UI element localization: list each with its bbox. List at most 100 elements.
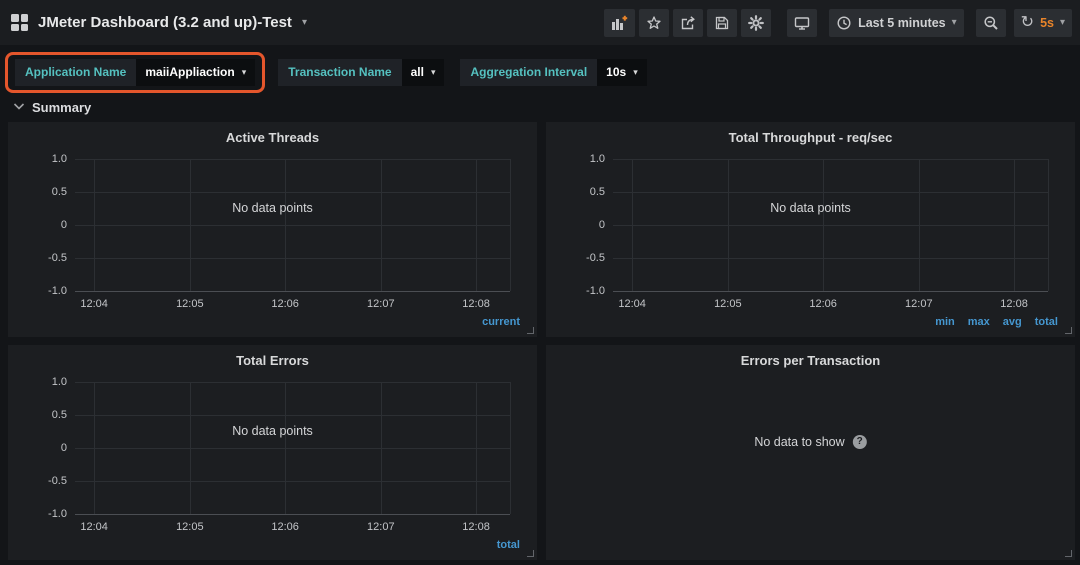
plot-area: 1.0 0.5 0 -0.5 -1.0 12:04 12:05 12:06 12:07 12:08 <box>48 153 511 310</box>
x-gridline <box>285 382 287 514</box>
panel-total-errors: Total Errors 1.0 0.5 0 -0.5 -1.0 12:04 12:05 12… <box>8 345 537 560</box>
no-data-message: No data points <box>770 201 851 215</box>
chevron-down-icon <box>13 98 25 116</box>
panel-resize-handle[interactable] <box>527 550 534 557</box>
caret-down-icon: ▾ <box>241 66 247 77</box>
x-axis-tick-label: 12:07 <box>367 298 395 310</box>
y-gridline <box>613 258 1048 259</box>
share-button[interactable] <box>673 8 704 37</box>
caret-down-icon: ▾ <box>430 66 436 77</box>
variables-row: Application Name maiiAppliaction ▾ Trans… <box>5 51 663 93</box>
legend-item-current[interactable]: current <box>482 316 520 328</box>
y-gridline <box>75 258 510 259</box>
x-gridline <box>380 159 382 291</box>
time-range-button[interactable]: Last 5 minutes ▾ <box>829 8 964 37</box>
plot-area: 1.0 0.5 0 -0.5 -1.0 12:04 12:05 12:06 12:07 12:08 <box>586 153 1049 310</box>
panel-title[interactable]: Errors per Transaction <box>546 353 1075 368</box>
variable-transaction-name: Transaction Name all ▾ <box>278 58 445 86</box>
row-title: Summary <box>32 99 92 115</box>
monitor-icon <box>794 15 810 31</box>
navbar-toolbar: Last 5 minutes ▾ ↻ 5s ▾ <box>600 8 1072 37</box>
panel-title[interactable]: Total Errors <box>8 353 537 368</box>
panel-title[interactable]: Active Threads <box>8 130 537 145</box>
dashboard-grid-icon[interactable] <box>11 14 28 31</box>
x-gridline <box>380 382 382 514</box>
row-header-summary[interactable]: Summary <box>13 97 91 117</box>
y-axis-tick-label: 0.5 <box>51 409 67 421</box>
save-button[interactable] <box>707 8 738 37</box>
x-gridline <box>510 159 511 291</box>
legend-item-min[interactable]: min <box>935 316 955 328</box>
x-axis-tick-label: 12:08 <box>1000 298 1028 310</box>
x-axis-tick-label: 12:04 <box>80 298 108 310</box>
tv-mode-button[interactable] <box>787 8 818 37</box>
y-axis-tick-label: -1.0 <box>48 285 67 297</box>
legend-item-total[interactable]: total <box>497 539 520 551</box>
x-axis-tick-label: 12:06 <box>271 298 299 310</box>
legend-item-avg[interactable]: avg <box>1003 316 1022 328</box>
x-axis-tick-label: 12:07 <box>905 298 933 310</box>
x-axis-tick-label: 12:08 <box>462 521 490 533</box>
x-axis-tick-label: 12:05 <box>714 298 742 310</box>
x-gridline <box>189 159 191 291</box>
x-gridline <box>918 159 920 291</box>
variable-value: 10s <box>606 65 627 79</box>
share-icon <box>680 15 696 31</box>
star-button[interactable] <box>639 8 670 37</box>
panel-resize-handle[interactable] <box>1065 550 1072 557</box>
x-gridline <box>823 159 825 291</box>
legend-item-total[interactable]: total <box>1035 316 1058 328</box>
x-gridline <box>1048 159 1049 291</box>
refresh-button[interactable]: ↻ 5s ▾ <box>1013 8 1072 37</box>
y-gridline <box>75 481 510 482</box>
panel-title[interactable]: Total Throughput - req/sec <box>546 130 1075 145</box>
add-panel-button[interactable] <box>604 8 636 37</box>
panel-total-throughput: Total Throughput - req/sec 1.0 0.5 0 -0.5 -1… <box>546 122 1075 337</box>
y-axis-tick-label: 0 <box>60 219 67 231</box>
clock-icon <box>836 15 852 31</box>
zoom-out-button[interactable] <box>975 8 1006 37</box>
y-axis-tick-label: 0.5 <box>589 186 605 198</box>
y-gridline <box>75 291 510 292</box>
variable-label: Application Name <box>15 58 137 86</box>
refresh-icon: ↻ <box>1020 13 1035 31</box>
variable-value: maiiAppliaction <box>145 65 235 79</box>
y-gridline <box>75 192 510 193</box>
y-axis-tick-label: -0.5 <box>48 252 67 264</box>
legend-item-max[interactable]: max <box>968 316 990 328</box>
panel-resize-handle[interactable] <box>1065 327 1072 334</box>
x-axis-tick-label: 12:07 <box>367 521 395 533</box>
variable-application-name: Application Name maiiAppliaction ▾ <box>15 58 256 86</box>
application-name-dropdown[interactable]: maiiAppliaction ▾ <box>136 58 256 86</box>
save-icon <box>714 15 730 31</box>
bar-chart-add-icon <box>611 15 628 31</box>
dashboard-title[interactable]: JMeter Dashboard (3.2 and up)-Test <box>38 14 292 31</box>
x-gridline <box>94 159 96 291</box>
no-data-message: No data points <box>232 424 313 438</box>
plot-area: 1.0 0.5 0 -0.5 -1.0 12:04 12:05 12:06 12:07 12:08 <box>48 376 511 533</box>
panel-legend: total <box>497 539 520 551</box>
help-icon[interactable]: ? <box>852 434 867 449</box>
y-axis-tick-label: 1.0 <box>51 153 67 165</box>
aggregation-interval-dropdown[interactable]: 10s ▾ <box>597 58 647 86</box>
time-range-label: Last 5 minutes <box>858 15 946 30</box>
no-data-message: No data to show ? <box>754 434 867 449</box>
x-gridline <box>94 382 96 514</box>
y-gridline <box>613 192 1048 193</box>
y-axis-tick-label: -1.0 <box>48 508 67 520</box>
transaction-name-dropdown[interactable]: all ▾ <box>401 58 445 86</box>
refresh-interval-label[interactable]: 5s <box>1040 16 1054 30</box>
annotation-highlight-box: Application Name maiiAppliaction ▾ <box>5 51 266 93</box>
x-gridline <box>476 382 478 514</box>
navbar-left: JMeter Dashboard (3.2 and up)-Test ▾ <box>11 14 307 31</box>
y-axis-tick-label: -1.0 <box>586 285 605 297</box>
x-gridline <box>727 159 729 291</box>
y-gridline <box>75 159 510 160</box>
settings-button[interactable] <box>741 8 772 37</box>
y-gridline <box>75 225 510 226</box>
caret-down-icon: ▾ <box>951 16 957 28</box>
panel-resize-handle[interactable] <box>527 327 534 334</box>
panel-active-threads: Active Threads 1.0 0.5 0 -0.5 -1.0 12:04 12:05… <box>8 122 537 337</box>
gear-icon <box>748 14 764 31</box>
x-axis-tick-label: 12:06 <box>271 521 299 533</box>
